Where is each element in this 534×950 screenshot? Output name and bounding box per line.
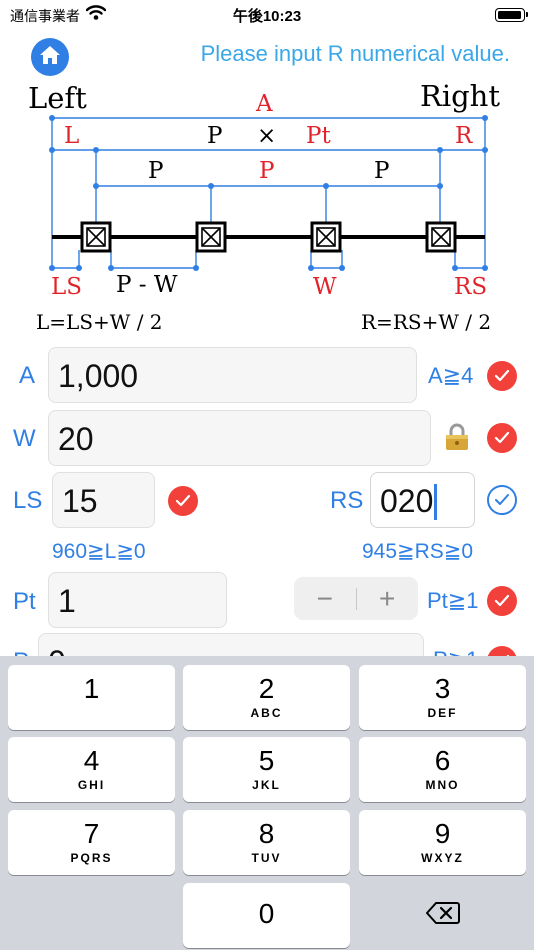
formula-left: L=LS+W / 2 [36, 310, 163, 334]
key-3[interactable]: 3 DEF [359, 665, 526, 730]
p-label-2: P [259, 158, 274, 184]
rs-label: RS [454, 274, 487, 300]
rs-check-icon [487, 485, 517, 515]
clock: 午後10:23 [232, 8, 302, 25]
times-label: × [257, 123, 276, 149]
instruction-message: Please input R numerical value. [200, 41, 510, 66]
numeric-keypad: 1 2 ABC 3 DEF 4 GHI 5 JKL 6 MNO 7 PQRS 8 TUV 9W… [0, 656, 534, 950]
lock-icon[interactable] [443, 422, 471, 457]
delete-key[interactable] [359, 883, 526, 948]
key-4[interactable]: 4 GHI [8, 737, 175, 802]
a-input[interactable]: 1,000 [48, 347, 417, 403]
w-label: W [313, 274, 337, 300]
w-field-label: W [13, 425, 36, 452]
rs-input[interactable]: 020 [370, 472, 475, 528]
ls-check-icon [168, 486, 198, 516]
key-2[interactable]: 2 ABC [183, 665, 350, 730]
rs-field-label: RS [330, 487, 364, 514]
text-caret [434, 483, 438, 520]
l-range-hint: 960≧L≧0 [52, 540, 146, 563]
key-6[interactable]: 6 MNO [359, 737, 526, 802]
w-input[interactable]: 20 [48, 410, 431, 466]
key-1[interactable]: 1 [8, 665, 175, 730]
key-7[interactable]: 7 PQRS [8, 810, 175, 875]
key-8[interactable]: 8 TUV [183, 810, 350, 875]
pw-label: P - W [116, 272, 178, 298]
pt-input[interactable]: 1 [48, 572, 227, 628]
formula-right: R=RS+W / 2 [361, 310, 491, 334]
pt-check-icon [487, 586, 517, 616]
pt-label: Pt [306, 123, 331, 149]
p-label-1: P [148, 158, 163, 184]
stepper-minus-button[interactable]: − [294, 577, 356, 620]
left-label: Left [28, 81, 87, 115]
delete-icon [425, 901, 460, 930]
a-condition: A≧4 [428, 363, 474, 388]
a-field-label: A [19, 362, 36, 389]
rs-input-value: 020 [380, 483, 434, 519]
home-icon [39, 44, 61, 71]
rs-range-hint: 945≧RS≧0 [362, 540, 474, 563]
pt-condition: Pt≧1 [427, 588, 479, 613]
layout-diagram: Left Right A L R P × Pt P P P LS P - W W… [28, 80, 500, 334]
key-9[interactable]: 9 WXYZ [359, 810, 526, 875]
p-label-top: P [207, 123, 222, 149]
battery-icon [495, 8, 528, 22]
ls-field-label: LS [13, 487, 43, 514]
a-check-icon [487, 361, 517, 391]
ls-label: LS [51, 274, 82, 300]
a-label: A [255, 91, 273, 117]
ls-input[interactable]: 15 [52, 472, 155, 528]
status-bar: 通信事業者 午後10:23 [0, 0, 534, 30]
pt-field-label: Pt [13, 588, 36, 615]
p-label-3: P [374, 158, 389, 184]
right-label: Right [420, 80, 500, 113]
r-label: R [455, 123, 473, 149]
home-button[interactable] [31, 38, 69, 76]
l-label: L [64, 123, 79, 149]
key-5[interactable]: 5 JKL [183, 737, 350, 802]
w-check-icon [487, 423, 517, 453]
stepper-plus-button[interactable]: + [356, 577, 418, 620]
key-0[interactable]: 0 [183, 883, 350, 948]
pt-stepper[interactable]: − + [294, 577, 418, 620]
